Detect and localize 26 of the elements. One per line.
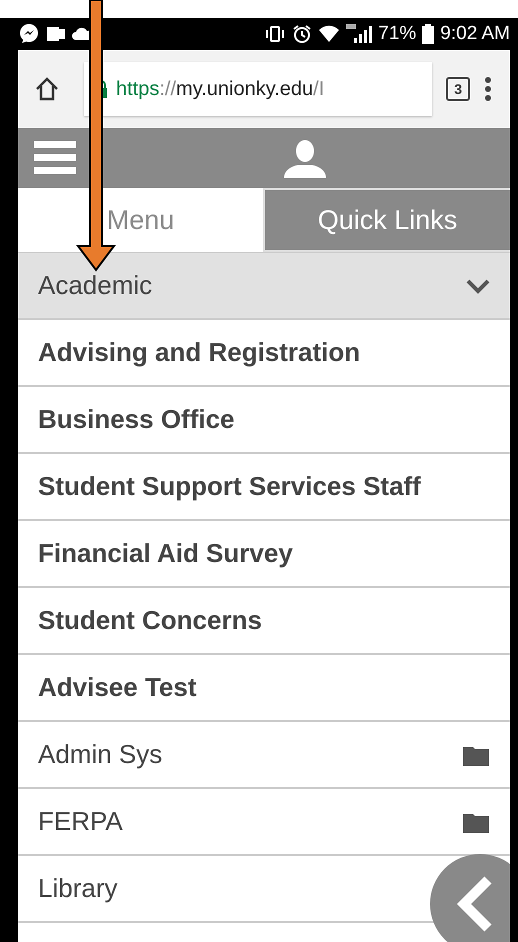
menu-link[interactable]: Library bbox=[38, 873, 118, 904]
battery-percent: 71% bbox=[378, 23, 416, 45]
menu-link[interactable]: Student Support Services Staff bbox=[38, 471, 421, 502]
folder-link[interactable]: FERPA bbox=[38, 806, 123, 837]
menu-icon[interactable] bbox=[34, 141, 76, 175]
menu-link[interactable]: Advising and Registration bbox=[38, 337, 360, 368]
vibrate-icon bbox=[264, 24, 286, 44]
home-icon[interactable] bbox=[34, 76, 60, 102]
clock-time: 9:02 AM bbox=[440, 23, 510, 45]
tab[interactable]: Quick Links bbox=[263, 188, 510, 252]
menu-link[interactable]: Student Concerns bbox=[38, 605, 262, 636]
alarm-icon bbox=[292, 24, 312, 44]
back-button[interactable] bbox=[430, 854, 510, 942]
menu-link[interactable]: Advisee Test bbox=[38, 672, 196, 703]
wifi-icon bbox=[318, 24, 340, 44]
menu-link[interactable]: Financial Aid Survey bbox=[38, 538, 293, 569]
category-label: Academic bbox=[38, 270, 152, 301]
category-row[interactable]: Academic bbox=[18, 253, 510, 320]
menu-link[interactable]: Business Office bbox=[38, 404, 235, 435]
tab-count-button[interactable]: 3 bbox=[446, 77, 470, 101]
folder-link[interactable]: Admin Sys bbox=[38, 739, 162, 770]
more-menu-icon[interactable] bbox=[484, 76, 492, 102]
user-silhouette-icon[interactable] bbox=[284, 140, 326, 178]
battery-icon bbox=[422, 24, 434, 44]
url-field[interactable]: https://my.unionky.edu/I bbox=[84, 62, 432, 116]
signal-icon bbox=[346, 24, 372, 44]
